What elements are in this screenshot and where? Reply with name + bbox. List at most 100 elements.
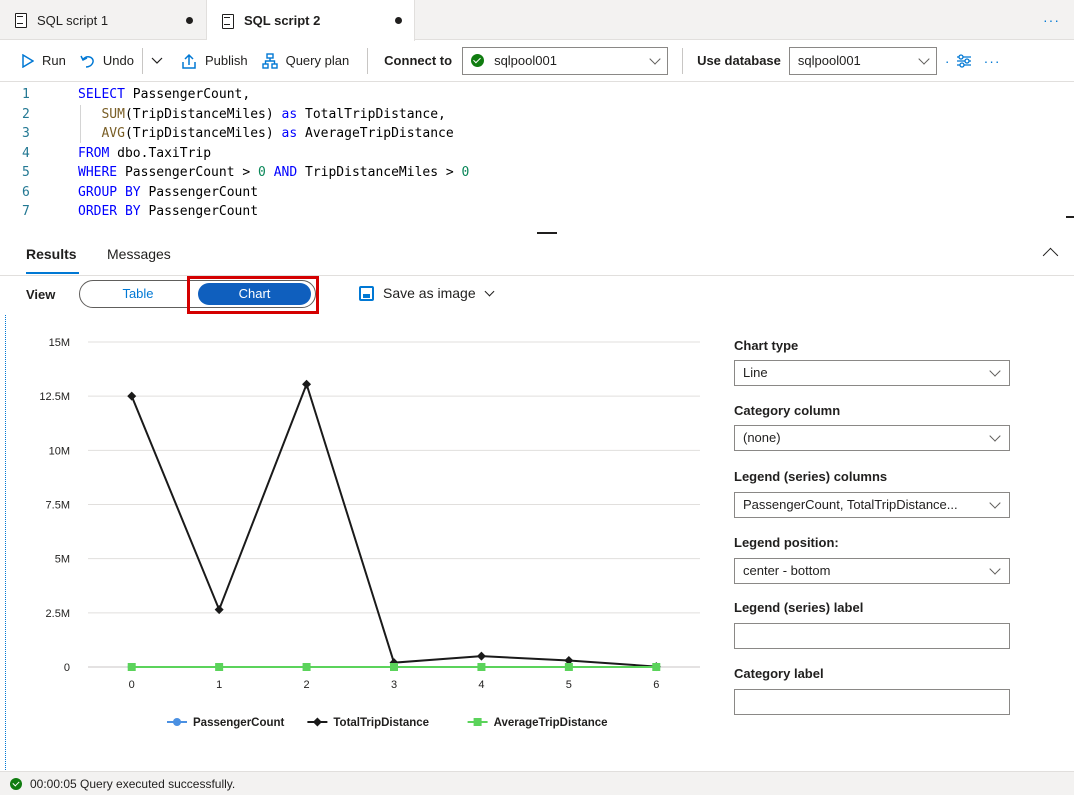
- dot-icon: ·: [944, 52, 950, 69]
- code-text: SELECT PassengerCount,: [78, 87, 251, 102]
- x-tick-label: 4: [478, 679, 484, 691]
- undo-button[interactable]: Undo: [80, 40, 134, 82]
- collapse-results-icon[interactable]: [1042, 247, 1059, 264]
- active-tab-indicator: [26, 272, 79, 274]
- more-tabs-icon[interactable]: ···: [1043, 12, 1060, 28]
- properties-button[interactable]: [956, 40, 972, 82]
- legend-label: AverageTripDistance: [494, 717, 608, 729]
- chevron-down-icon: [484, 286, 495, 296]
- properties-icon: [956, 53, 971, 68]
- status-text: 00:00:05 Query executed successfully.: [30, 776, 236, 791]
- code-text: GROUP BY PassengerCount: [78, 184, 259, 200]
- data-point: [652, 662, 661, 671]
- category-column-select[interactable]: (none): [734, 425, 1010, 451]
- line-number: 6: [22, 184, 30, 200]
- undo-label: Undo: [102, 53, 134, 68]
- legend-position-label: Legend position:: [734, 535, 839, 550]
- line-number: 4: [22, 145, 30, 161]
- editor-scroll-marker: [1066, 216, 1074, 218]
- line-number: 7: [22, 204, 30, 219]
- code-text: ORDER BY PassengerCount: [78, 204, 259, 219]
- publish-button[interactable]: Publish: [181, 40, 248, 82]
- legend-position-value: center - bottom: [743, 563, 831, 578]
- legend-label-label: Legend (series) label: [734, 600, 864, 615]
- x-tick-label: 0: [129, 679, 135, 691]
- use-database-value: sqlpool001: [797, 53, 861, 68]
- tab-results[interactable]: Results: [26, 246, 77, 262]
- tab-label: SQL script 2: [244, 13, 321, 28]
- chevron-down-icon: [151, 57, 163, 64]
- data-point: [127, 391, 137, 401]
- y-tick-label: 15M: [49, 337, 70, 349]
- x-tick-label: 3: [391, 679, 397, 691]
- line-number: 5: [22, 165, 30, 180]
- legend-columns-select[interactable]: PassengerCount, TotalTripDistance...: [734, 492, 1010, 518]
- more-options-icon[interactable]: ···: [984, 53, 1001, 69]
- legend-columns-value: PassengerCount, TotalTripDistance...: [743, 497, 958, 512]
- data-point: [302, 662, 311, 671]
- data-point: [127, 662, 136, 671]
- data-point: [312, 717, 322, 727]
- x-tick-label: 1: [216, 679, 222, 691]
- tab-messages[interactable]: Messages: [107, 246, 171, 262]
- legend-label: TotalTripDistance: [333, 717, 429, 729]
- save-as-image-button[interactable]: Save as image: [359, 285, 495, 301]
- chart-type-value: Line: [743, 365, 768, 380]
- query-plan-button[interactable]: Query plan: [261, 40, 349, 82]
- chart-type-select[interactable]: Line: [734, 360, 1010, 386]
- publish-icon: [182, 53, 196, 69]
- y-tick-label: 10M: [49, 445, 70, 457]
- y-tick-label: 7.5M: [46, 500, 70, 512]
- x-tick-label: 5: [566, 679, 572, 691]
- connect-to-label: Connect to: [384, 53, 453, 68]
- chart-type-label: Chart type: [734, 338, 799, 353]
- code-text: SUM(TripDistanceMiles) as TotalTripDista…: [101, 106, 446, 122]
- legend-columns-label: Legend (series) columns: [734, 469, 888, 484]
- play-icon: [22, 53, 34, 68]
- data-point: [473, 718, 482, 726]
- x-tick-label: 6: [653, 679, 659, 691]
- tab-sql-script-1[interactable]: SQL script 1: [0, 0, 207, 40]
- connect-to-select[interactable]: sqlpool001: [462, 46, 669, 75]
- tab-sql-script-2[interactable]: SQL script 2: [207, 0, 415, 41]
- x-tick-label: 2: [304, 679, 310, 691]
- toolbar-divider: [367, 47, 369, 74]
- category-column-value: (none): [743, 430, 781, 445]
- data-point: [390, 662, 398, 671]
- undo-dropdown-button[interactable]: [151, 40, 163, 82]
- unsaved-dot-icon: [395, 17, 402, 24]
- legend-label-input[interactable]: [734, 623, 1010, 649]
- tab-bar: SQL script 1 SQL script 2 ···: [0, 0, 1074, 41]
- y-tick-label: 0: [64, 662, 70, 674]
- sql-script-icon: [221, 13, 234, 29]
- legend-position-select[interactable]: center - bottom: [734, 558, 1010, 584]
- unsaved-dot-icon: [186, 17, 193, 24]
- code-editor[interactable]: 1 SELECT PassengerCount, 2 SUM(TripDistanc…: [0, 82, 1074, 232]
- data-point: [173, 718, 181, 726]
- results-tab-bar: Results Messages: [0, 236, 1074, 276]
- save-as-image-label: Save as image: [383, 285, 476, 301]
- data-point: [564, 662, 573, 671]
- connect-to-value: sqlpool001: [494, 53, 557, 68]
- sql-script-icon: [14, 13, 27, 28]
- y-tick-label: 2.5M: [46, 608, 70, 620]
- line-chart: 0 2.5M 5M 7.5M 10M 12.5M 15M 0 1 2 3 4 5 6 PassengerCo…: [39, 337, 700, 729]
- total-trip-distance-line: [130, 381, 657, 668]
- chevron-down-icon: [989, 497, 1001, 509]
- y-tick-label: 5M: [55, 554, 70, 566]
- tab-label: SQL script 1: [37, 12, 109, 28]
- toolbar-divider: [141, 47, 143, 74]
- toolbar: Run Undo Publish Query plan Connect to s…: [0, 40, 1074, 82]
- category-label-label: Category label: [734, 666, 824, 681]
- view-table-button[interactable]: Table: [80, 281, 196, 307]
- publish-label: Publish: [204, 53, 248, 68]
- category-column-label: Category column: [734, 403, 841, 418]
- run-label: Run: [42, 53, 66, 68]
- use-database-select[interactable]: sqlpool001: [788, 46, 937, 75]
- code-text: WHERE PassengerCount > 0 AND TripDistanc…: [78, 165, 470, 180]
- run-button[interactable]: Run: [0, 40, 66, 82]
- category-label-input[interactable]: [734, 689, 1010, 715]
- save-image-icon: [359, 285, 374, 301]
- y-tick-label: 12.5M: [39, 391, 70, 403]
- pane-splitter-handle[interactable]: [537, 232, 557, 234]
